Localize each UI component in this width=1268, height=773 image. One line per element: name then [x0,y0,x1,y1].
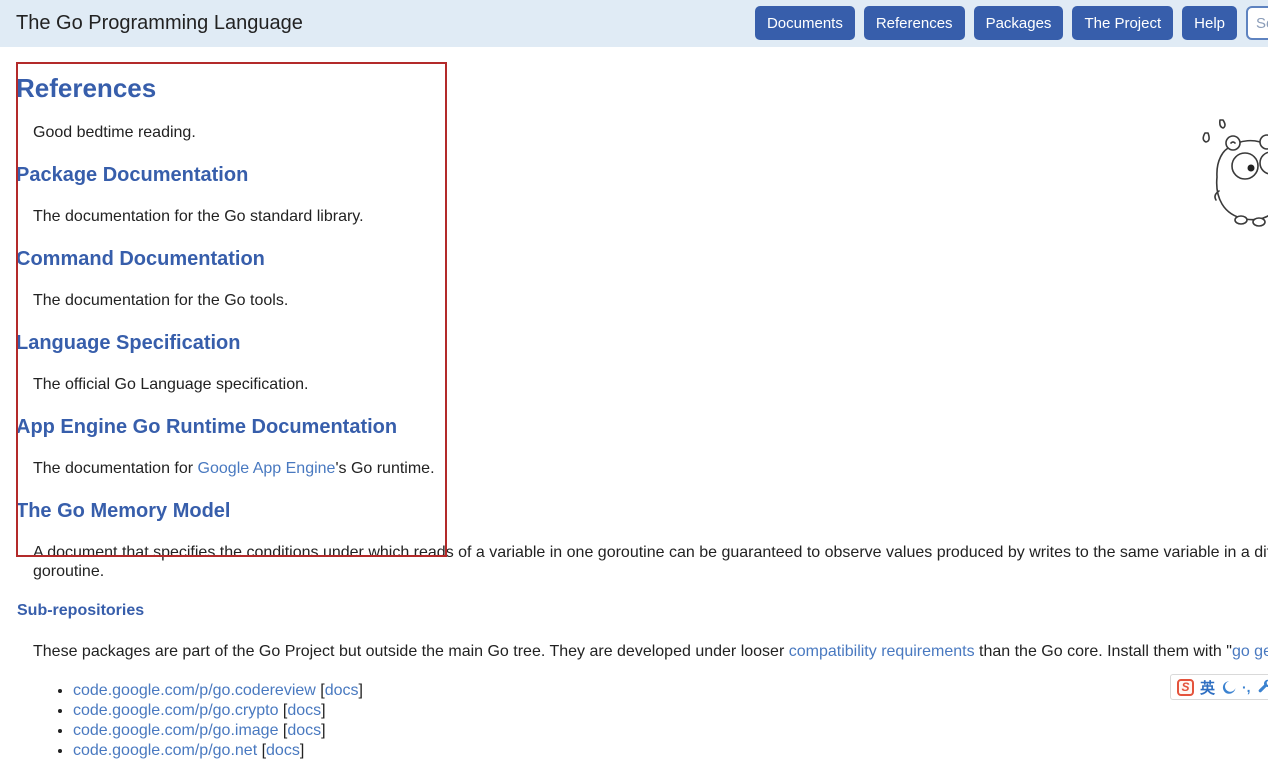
nav-help-button[interactable]: Help [1182,6,1237,40]
bracket-close: ] [299,742,305,759]
english-mode-label[interactable]: 英 [1200,677,1215,698]
heading-go-memory-model[interactable]: The Go Memory Model [16,500,1268,523]
docs-link-image[interactable]: docs [287,722,321,739]
bracket-close: ] [321,722,326,739]
search-input[interactable] [1246,6,1268,40]
moon-icon[interactable] [1221,680,1236,695]
repo-link-net[interactable]: code.google.com/p/go.net [73,742,257,759]
subrepos-intro-mid: than the Go core. Install them with " [974,643,1232,660]
intro-text: Good bedtime reading. [33,124,196,141]
desc-language-specification: The official Go Language specification. [33,376,309,393]
compatibility-requirements-link[interactable]: compatibility requirements [789,643,975,660]
nav-project-button[interactable]: The Project [1072,6,1174,40]
sub-repositories-list: code.google.com/p/go.codereview [docs] c… [33,681,1268,761]
top-bar: The Go Programming Language Documents Re… [0,0,1268,47]
desc-go-memory-model: A document that specifies the conditions… [33,543,1268,581]
desc-command-documentation: The documentation for the Go tools. [33,292,289,309]
go-get-link[interactable]: go get [1232,643,1268,660]
heading-app-engine-docs[interactable]: App Engine Go Runtime Documentation [16,416,1268,439]
punctuation-icon[interactable]: ·, [1242,679,1251,695]
bracket-close: ] [321,702,326,719]
docs-link-net[interactable]: docs [266,742,300,759]
repo-link-codereview[interactable]: code.google.com/p/go.codereview [73,682,316,699]
wrench-icon[interactable] [1257,679,1268,695]
sogou-logo-icon[interactable]: S [1177,678,1194,696]
top-nav: Documents References Packages The Projec… [754,6,1268,40]
sub-repositories-intro: These packages are part of the Go Projec… [33,642,1268,661]
nav-packages-button[interactable]: Packages [973,6,1064,40]
heading-sub-repositories: Sub-repositories [17,602,145,619]
heading-command-documentation[interactable]: Command Documentation [16,248,1268,271]
desc-app-engine-suffix: 's Go runtime. [335,460,435,477]
page-title: References [16,73,157,103]
docs-link-crypto[interactable]: docs [287,702,321,719]
desc-app-engine-prefix: The documentation for [33,460,198,477]
main-content: References Good bedtime reading. Package… [0,73,1268,761]
list-item: code.google.com/p/go.net [docs] [73,741,1268,761]
nav-references-button[interactable]: References [863,6,965,40]
bracket-open: [ [315,682,325,699]
bracket-close: ] [358,682,363,699]
site-title: The Go Programming Language [16,12,303,34]
heading-package-documentation[interactable]: Package Documentation [16,164,1268,187]
list-item: code.google.com/p/go.crypto [docs] [73,701,1268,721]
ime-toolbar: S 英 ·, [1170,674,1268,700]
list-item: code.google.com/p/go.image [docs] [73,721,1268,741]
nav-documents-button[interactable]: Documents [754,6,855,40]
bracket-open: [ [257,742,267,759]
google-app-engine-link[interactable]: Google App Engine [198,460,336,477]
heading-language-specification[interactable]: Language Specification [16,332,1268,355]
subrepos-intro-prefix: These packages are part of the Go Projec… [33,643,789,660]
desc-app-engine: The documentation for Google App Engine'… [33,459,1268,478]
memory-model-line-2: goroutine. [33,563,105,580]
gopher-icon [1202,119,1268,227]
memory-model-line-1: A document that specifies the conditions… [33,544,1268,561]
desc-package-documentation: The documentation for the Go standard li… [33,208,364,225]
go-gopher-illustration [1193,113,1268,236]
repo-link-image[interactable]: code.google.com/p/go.image [73,722,278,739]
repo-link-crypto[interactable]: code.google.com/p/go.crypto [73,702,278,719]
docs-link-codereview[interactable]: docs [325,682,359,699]
list-item: code.google.com/p/go.codereview [docs] [73,681,1268,701]
